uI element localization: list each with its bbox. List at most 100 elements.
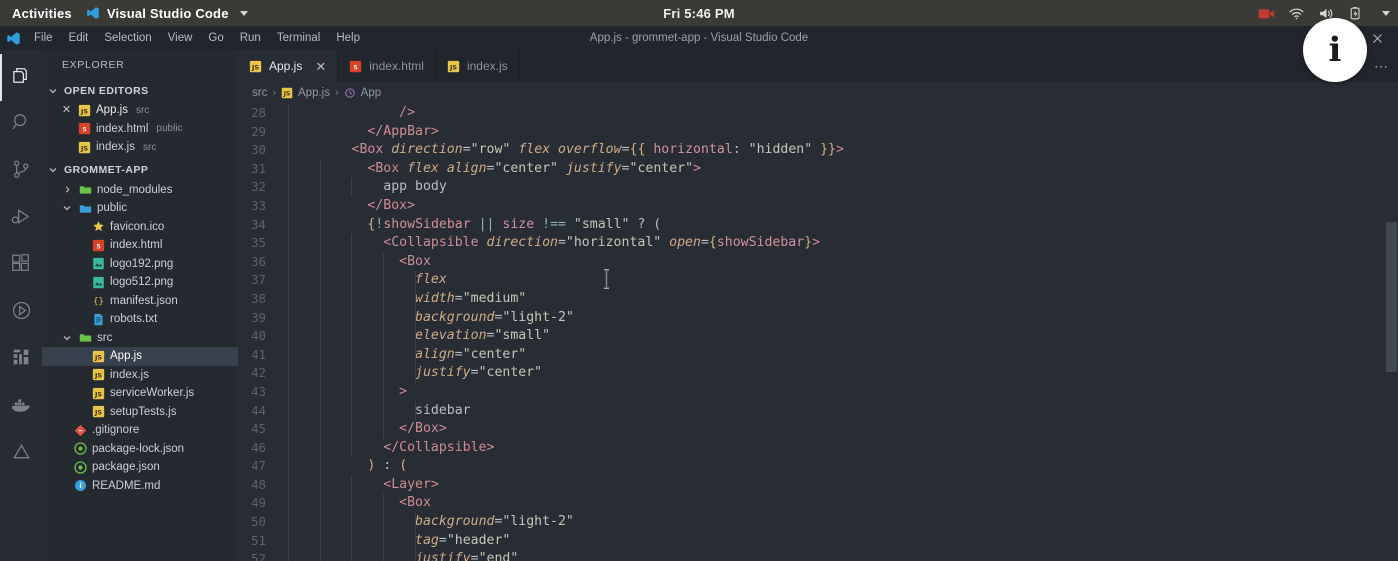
code-line[interactable]: 37 flex — [238, 271, 1398, 290]
code-line[interactable]: 42 justify="center" — [238, 364, 1398, 383]
menu-help[interactable]: Help — [328, 29, 368, 47]
code-line[interactable]: 44 sidebar — [238, 402, 1398, 421]
code-text[interactable]: <Collapsible direction="horizontal" open… — [280, 234, 1398, 253]
code-text[interactable]: elevation="small" — [280, 327, 1398, 346]
code-text[interactable]: justify="center" — [280, 364, 1398, 383]
code-text[interactable]: </Collapsible> — [280, 439, 1398, 458]
menu-view[interactable]: View — [160, 29, 201, 47]
tree-item-src[interactable]: src — [42, 329, 238, 348]
code-line[interactable]: 48 <Layer> — [238, 476, 1398, 495]
code-editor[interactable]: 28 />29 </AppBar>30 <Box direction="row"… — [238, 104, 1398, 561]
code-text[interactable]: tag="header" — [280, 532, 1398, 551]
close-icon[interactable]: ✕ — [315, 60, 326, 73]
code-text[interactable]: ) : ( — [280, 457, 1398, 476]
code-line[interactable]: 28 /> — [238, 104, 1398, 123]
chevron-down-icon[interactable] — [60, 201, 74, 215]
code-text[interactable]: justify="end" — [280, 550, 1398, 561]
breadcrumb-item-app-js[interactable]: JS App.js — [281, 87, 330, 100]
tree-item-favicon-ico[interactable]: favicon.ico — [42, 218, 238, 237]
battery-icon[interactable] — [1348, 6, 1365, 21]
code-line[interactable]: 49 <Box — [238, 494, 1398, 513]
code-line[interactable]: 32 app body — [238, 178, 1398, 197]
tree-item-logo512-png[interactable]: logo512.png — [42, 273, 238, 292]
system-menu-caret-icon[interactable] — [1382, 11, 1390, 16]
tree-item-logo192-png[interactable]: logo192.png — [42, 255, 238, 274]
activitybar-item-source-control[interactable] — [0, 148, 42, 195]
code-text[interactable]: </Box> — [280, 420, 1398, 439]
activitybar-item-remote-explorer[interactable] — [0, 336, 42, 383]
tree-item-service-worker-js[interactable]: JS serviceWorker.js — [42, 384, 238, 403]
open-editor-app-js[interactable]: ✕ JS App.js src — [42, 101, 238, 120]
tree-item-package-json[interactable]: package.json — [42, 458, 238, 477]
code-line[interactable]: 35 <Collapsible direction="horizontal" o… — [238, 234, 1398, 253]
activitybar-item-docker[interactable] — [0, 383, 42, 430]
section-open-editors[interactable]: OPEN EDITORS — [42, 80, 238, 101]
code-line[interactable]: 46 </Collapsible> — [238, 439, 1398, 458]
tree-item-index-js[interactable]: JS index.js — [42, 366, 238, 385]
tree-item-readme-md[interactable]: i README.md — [42, 477, 238, 496]
tree-item-robots-txt[interactable]: robots.txt — [42, 310, 238, 329]
activities-button[interactable]: Activities — [0, 6, 86, 21]
breadcrumb-item-src[interactable]: src — [252, 87, 267, 99]
tree-item-public[interactable]: public — [42, 199, 238, 218]
code-lines[interactable]: 28 />29 </AppBar>30 <Box direction="row"… — [238, 104, 1398, 561]
open-editor-index-js[interactable]: JS index.js src — [42, 138, 238, 157]
tree-item-gitignore[interactable]: .gitignore — [42, 421, 238, 440]
tree-item-node-modules[interactable]: node_modules — [42, 181, 238, 200]
activitybar-item-search[interactable] — [0, 101, 42, 148]
screen-record-icon[interactable] — [1258, 6, 1275, 21]
code-text[interactable]: app body — [280, 178, 1398, 197]
menu-selection[interactable]: Selection — [96, 29, 159, 47]
section-grommet-app[interactable]: GROMMET-APP — [42, 160, 238, 181]
menu-run[interactable]: Run — [232, 29, 269, 47]
code-line[interactable]: 43 > — [238, 383, 1398, 402]
tree-item-setup-tests-js[interactable]: JS setupTests.js — [42, 403, 238, 422]
tab-index-html[interactable]: 5 index.html — [338, 50, 436, 82]
info-overlay-badge[interactable]: i — [1303, 18, 1367, 82]
code-line[interactable]: 29 </AppBar> — [238, 123, 1398, 142]
tree-item-manifest-json[interactable]: {} manifest.json — [42, 292, 238, 311]
code-line[interactable]: 45 </Box> — [238, 420, 1398, 439]
menu-terminal[interactable]: Terminal — [269, 29, 328, 47]
activitybar-item-run-and-debug[interactable] — [0, 195, 42, 242]
tab-index-js[interactable]: JS index.js — [436, 50, 520, 82]
close-icon[interactable]: ✕ — [60, 105, 73, 116]
code-line[interactable]: 52 justify="end" — [238, 550, 1398, 561]
activitybar-item-extensions[interactable] — [0, 242, 42, 289]
code-text[interactable]: sidebar — [280, 402, 1398, 421]
code-text[interactable]: <Box flex align="center" justify="center… — [280, 160, 1398, 179]
code-line[interactable]: 30 <Box direction="row" flex overflow={{… — [238, 141, 1398, 160]
open-editor-index-html[interactable]: 5 index.html public — [42, 120, 238, 139]
code-text[interactable]: <Box — [280, 253, 1398, 272]
code-line[interactable]: 50 background="light-2" — [238, 513, 1398, 532]
code-text[interactable]: <Layer> — [280, 476, 1398, 495]
tree-item-app-js[interactable]: JS App.js — [42, 347, 238, 366]
code-line[interactable]: 39 background="light-2" — [238, 309, 1398, 328]
menu-file[interactable]: File — [26, 29, 61, 47]
tab-app-js[interactable]: JS App.js ✕ — [238, 50, 338, 82]
code-line[interactable]: 36 <Box — [238, 253, 1398, 272]
editor-vertical-scrollbar[interactable] — [1385, 104, 1398, 561]
activitybar-item-explorer[interactable] — [0, 54, 42, 101]
app-menu-button[interactable]: Visual Studio Code — [86, 6, 248, 21]
code-line[interactable]: 38 width="medium" — [238, 290, 1398, 309]
code-line[interactable]: 34 {!showSidebar || size !== "small" ? ( — [238, 216, 1398, 235]
code-text[interactable]: > — [280, 383, 1398, 402]
code-line[interactable]: 47 ) : ( — [238, 457, 1398, 476]
code-text[interactable]: {!showSidebar || size !== "small" ? ( — [280, 216, 1398, 235]
code-text[interactable]: <Box direction="row" flex overflow={{ ho… — [280, 141, 1398, 160]
activitybar-item-azure[interactable] — [0, 430, 42, 477]
code-text[interactable]: width="medium" — [280, 290, 1398, 309]
menu-edit[interactable]: Edit — [61, 29, 97, 47]
menu-go[interactable]: Go — [200, 29, 231, 47]
chevron-right-icon[interactable] — [60, 183, 74, 197]
wifi-icon[interactable] — [1288, 6, 1305, 21]
code-text[interactable]: background="light-2" — [280, 309, 1398, 328]
code-text[interactable]: /> — [280, 104, 1398, 123]
code-line[interactable]: 31 <Box flex align="center" justify="cen… — [238, 160, 1398, 179]
chevron-down-icon[interactable] — [60, 331, 74, 345]
code-text[interactable]: </AppBar> — [280, 123, 1398, 142]
activitybar-item-testing[interactable] — [0, 289, 42, 336]
code-text[interactable]: align="center" — [280, 346, 1398, 365]
tree-item-index-html[interactable]: 5 index.html — [42, 236, 238, 255]
